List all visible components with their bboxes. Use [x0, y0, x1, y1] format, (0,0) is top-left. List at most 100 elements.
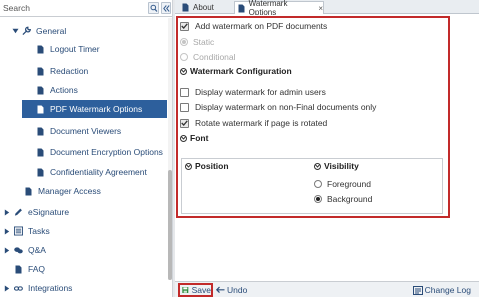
font-heading: Font	[190, 133, 209, 143]
admin-users-option[interactable]: Display watermark for admin users	[180, 87, 326, 97]
tree-item-document-encryption-options[interactable]: Document Encryption Options	[36, 143, 166, 161]
search-input[interactable]	[3, 2, 146, 14]
rotate-label: Rotate watermark if page is rotated	[195, 118, 328, 128]
conditional-option[interactable]: Conditional	[180, 52, 236, 62]
watermark-config-heading: Watermark Configuration	[190, 66, 292, 76]
tab-bar: About Watermark Options ×	[175, 0, 479, 17]
tree-item-label: Document Viewers	[50, 126, 122, 136]
checkmark-icon	[181, 23, 188, 29]
admin-users-checkbox[interactable]	[180, 87, 189, 97]
tree-item-esignature[interactable]: eSignature	[3, 203, 153, 221]
watermark-options-panel: Add watermark on PDF documents Static Co…	[175, 15, 479, 281]
save-label: Save	[191, 285, 211, 295]
radio-dot	[316, 197, 320, 201]
page-icon	[36, 167, 45, 177]
save-icon	[182, 287, 189, 293]
tree-item-general[interactable]: General	[11, 22, 161, 40]
chat-bubbles-icon	[14, 245, 23, 255]
position-section[interactable]: Position	[185, 161, 229, 171]
visibility-heading: Visibility	[324, 161, 359, 171]
rotate-option[interactable]: Rotate watermark if page is rotated	[180, 118, 327, 128]
save-button[interactable]: Save	[178, 283, 213, 297]
conditional-radio[interactable]	[180, 53, 188, 61]
tree-item-label: Document Encryption Options	[50, 147, 163, 157]
rotate-checkbox[interactable]	[180, 118, 189, 128]
non-final-checkbox[interactable]	[180, 102, 189, 112]
tree-item-qa[interactable]: Q&A	[3, 241, 153, 259]
change-log-button[interactable]: Change Log	[412, 284, 471, 296]
tree-item-label: Logout Timer	[50, 44, 100, 54]
radio-dot	[182, 40, 186, 44]
checklist-icon	[14, 226, 23, 236]
visibility-section[interactable]: Visibility	[314, 161, 359, 171]
page-icon	[238, 4, 246, 13]
caret-right-icon[interactable]	[3, 247, 11, 254]
tree-item-document-viewers[interactable]: Document Viewers	[36, 122, 164, 140]
add-watermark-label: Add watermark on PDF documents	[195, 21, 328, 31]
tree-item-faq[interactable]: FAQ	[14, 260, 154, 278]
link-icon	[14, 283, 23, 293]
close-tab-icon[interactable]: ×	[318, 4, 323, 13]
tree-item-label: Actions	[50, 85, 78, 95]
tree-item-confidentiality-agreement[interactable]: Confidentiality Agreement	[36, 163, 164, 181]
tree-item-pdf-watermark-options[interactable]: PDF Watermark Options	[22, 100, 167, 118]
caret-right-icon[interactable]	[3, 228, 11, 235]
tree-item-label: Integrations	[28, 283, 73, 293]
tree-item-label: FAQ	[28, 264, 46, 274]
change-log-label: Change Log	[424, 285, 471, 295]
background-option[interactable]: Background	[314, 194, 372, 204]
page-icon	[24, 186, 33, 196]
collapse-chevron-icon[interactable]	[314, 162, 321, 170]
caret-right-icon[interactable]	[3, 285, 11, 292]
tree-item-label: Confidentiality Agreement	[50, 167, 147, 177]
tree-item-integrations[interactable]: Integrations	[3, 279, 153, 297]
add-watermark-option[interactable]: Add watermark on PDF documents	[180, 21, 327, 31]
tab-label: About	[193, 3, 214, 12]
tab-watermark-options[interactable]: Watermark Options ×	[234, 0, 324, 17]
tree-item-actions[interactable]: Actions	[36, 81, 164, 99]
search-button[interactable]	[148, 2, 159, 14]
foreground-radio[interactable]	[314, 180, 322, 188]
admin-users-label: Display watermark for admin users	[195, 87, 326, 97]
non-final-label: Display watermark on non-Final documents…	[195, 102, 377, 112]
static-radio[interactable]	[180, 38, 188, 46]
tree-item-logout-timer[interactable]: Logout Timer	[36, 40, 164, 58]
undo-arrow-icon	[216, 286, 225, 294]
static-option[interactable]: Static	[180, 37, 214, 47]
tab-about[interactable]: About	[179, 1, 231, 14]
undo-button[interactable]: Undo	[216, 284, 247, 296]
watermark-config-section[interactable]: Watermark Configuration	[180, 66, 292, 76]
checkmark-icon	[181, 120, 188, 126]
tree-item-label: Manager Access	[38, 186, 101, 196]
tree-item-label: eSignature	[28, 207, 70, 217]
collapse-chevron-icon[interactable]	[180, 134, 187, 142]
caret-down-icon[interactable]	[11, 28, 19, 34]
foreground-label: Foreground	[327, 179, 371, 189]
font-section[interactable]: Font	[180, 133, 208, 143]
collapse-chevron-icon[interactable]	[185, 162, 192, 170]
collapse-chevron-icon[interactable]	[180, 67, 187, 75]
tree-item-manager-access[interactable]: Manager Access	[24, 182, 154, 200]
background-radio[interactable]	[314, 195, 322, 203]
bottom-toolbar: Save Undo Change Log	[175, 281, 479, 297]
caret-right-icon[interactable]	[3, 209, 11, 216]
change-log-icon	[412, 285, 423, 295]
page-icon	[36, 85, 45, 95]
position-heading: Position	[195, 161, 229, 171]
tree-item-redaction[interactable]: Redaction	[36, 62, 164, 80]
tree-item-tasks[interactable]: Tasks	[3, 222, 153, 240]
page-icon	[36, 104, 45, 114]
pen-icon	[14, 207, 23, 217]
foreground-option[interactable]: Foreground	[314, 179, 371, 189]
undo-label: Undo	[227, 285, 248, 295]
tree-item-label: General	[36, 26, 67, 36]
page-icon	[182, 3, 190, 12]
non-final-option[interactable]: Display watermark on non-Final documents…	[180, 102, 376, 112]
double-chevron-left-icon	[163, 5, 170, 12]
background-label: Background	[327, 194, 373, 204]
collapse-sidebar-button[interactable]	[161, 2, 171, 14]
search-icon	[150, 4, 158, 12]
add-watermark-checkbox[interactable]	[180, 21, 189, 31]
page-icon	[14, 264, 23, 274]
page-icon	[36, 66, 45, 76]
